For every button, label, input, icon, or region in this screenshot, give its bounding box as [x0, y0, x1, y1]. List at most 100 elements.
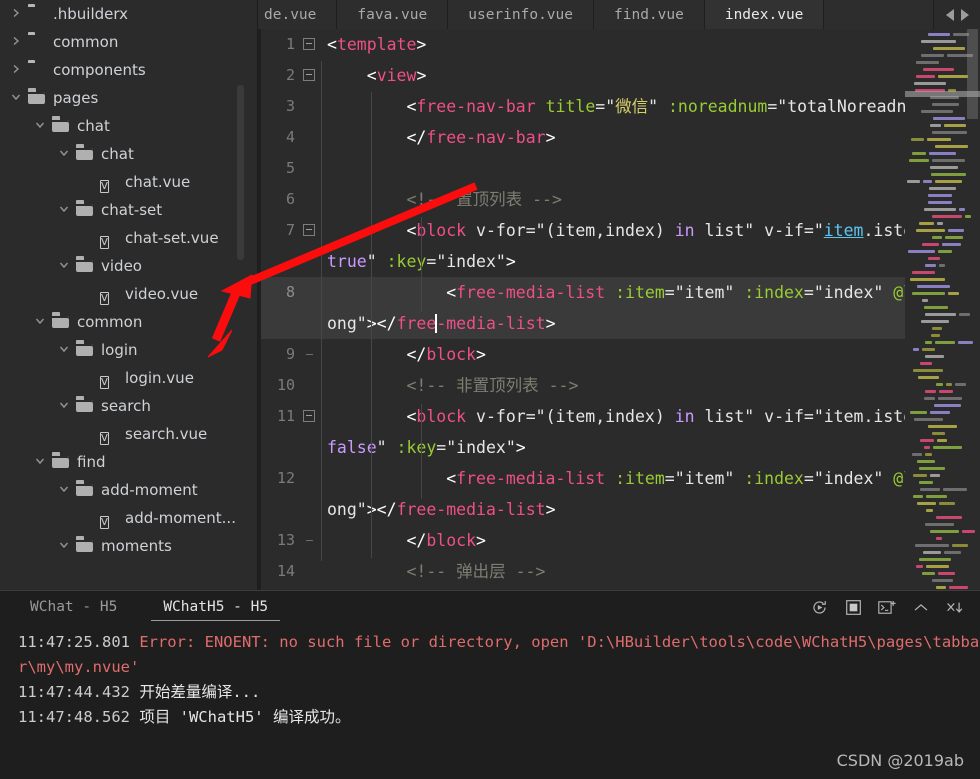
minimap-line — [933, 446, 962, 449]
sidebar-scrollbar[interactable] — [237, 85, 244, 260]
tree-item-add-moment[interactable]: add-moment — [0, 476, 258, 504]
fold-marker[interactable] — [299, 215, 319, 246]
tree-item-chat[interactable]: chat — [0, 140, 258, 168]
line-text[interactable]: <free-media-list :item="item" :index="in… — [319, 277, 980, 339]
new-terminal-icon[interactable] — [878, 599, 896, 617]
tree-item-components[interactable]: components — [0, 56, 258, 84]
line-text[interactable]: <template> — [319, 29, 980, 60]
code-line[interactable]: 1 <template> — [261, 29, 980, 60]
tree-item-login[interactable]: login — [0, 336, 258, 364]
code-line[interactable]: 9 </block> — [261, 339, 980, 370]
collapse-icon[interactable] — [912, 599, 930, 617]
line-text[interactable]: <block v-for="(item,index) in list" v-if… — [319, 215, 980, 277]
fold-marker[interactable] — [299, 401, 319, 432]
line-text[interactable]: <block v-for="(item,index) in list" v-if… — [319, 401, 980, 463]
tree-item-common[interactable]: common — [0, 308, 258, 336]
fold-marker[interactable] — [299, 339, 319, 370]
fold-marker[interactable] — [299, 29, 319, 60]
chevron-right-icon[interactable] — [10, 35, 24, 49]
stop-icon[interactable] — [844, 599, 862, 617]
tree-item-search[interactable]: search — [0, 392, 258, 420]
next-tab-arrow-icon[interactable] — [960, 8, 969, 21]
project-file-tree[interactable]: .hbuilderx common components pages chat chat V… — [0, 0, 258, 590]
tab-index-vue[interactable]: index.vue — [704, 0, 825, 29]
tree-item-search-vue[interactable]: Vsearch.vue — [0, 420, 258, 448]
restart-icon[interactable] — [810, 599, 828, 617]
code-line[interactable]: 5 — [261, 153, 980, 184]
tab-nav-arrows[interactable] — [933, 0, 980, 29]
code-line[interactable]: 6 <!-- 置顶列表 --> — [261, 184, 980, 215]
tree-item-common[interactable]: common — [0, 28, 258, 56]
chevron-down-icon[interactable] — [58, 343, 72, 357]
line-text[interactable]: </free-nav-bar> — [319, 122, 980, 153]
tab-find-vue[interactable]: find.vue — [594, 0, 705, 29]
tree-item-chat-set-vue[interactable]: Vchat-set.vue — [0, 224, 258, 252]
prev-tab-arrow-icon[interactable] — [945, 8, 954, 21]
code-line[interactable]: 13 </block> — [261, 525, 980, 556]
tree-item-chat[interactable]: chat — [0, 112, 258, 140]
minimap-line — [928, 33, 950, 36]
tree-item-find[interactable]: find — [0, 448, 258, 476]
line-text[interactable]: <free-media-list :item="item" :index="in… — [319, 463, 980, 525]
chevron-right-icon[interactable] — [10, 7, 24, 21]
code-editor[interactable]: 1 <template> 2 <view> 3 <free-nav-bar ti… — [258, 29, 980, 590]
code-line[interactable]: 4 </free-nav-bar> — [261, 122, 980, 153]
code-area[interactable]: 1 <template> 2 <view> 3 <free-nav-bar ti… — [261, 29, 980, 590]
chevron-down-icon[interactable] — [58, 147, 72, 161]
tree-item--hbuilderx[interactable]: .hbuilderx — [0, 0, 258, 28]
console-tab-wchat-h5[interactable]: WChat - H5 — [18, 595, 129, 621]
tree-item-video[interactable]: video — [0, 252, 258, 280]
code-line[interactable]: 7 <block v-for="(item,index) in list" v-… — [261, 215, 980, 277]
line-text[interactable]: <!-- 置顶列表 --> — [319, 184, 980, 215]
console-panel[interactable]: WChat - H5 WChatH5 - H5 11:47:25.801 Err… — [0, 590, 980, 779]
code-line[interactable]: 12 <free-media-list :item="item" :index=… — [261, 463, 980, 525]
editor-tab-bar[interactable]: de.vue fava.vue userinfo.vue find.vue index.… — [258, 0, 980, 30]
code-line[interactable]: 14 <!-- 弹出层 --> — [261, 556, 980, 587]
chevron-down-icon[interactable] — [58, 399, 72, 413]
line-number: 11 — [276, 407, 295, 425]
minimap-line — [938, 75, 968, 78]
console-toolbar[interactable] — [810, 591, 964, 624]
tree-item-chat-set[interactable]: chat-set — [0, 196, 258, 224]
code-line[interactable]: 11 <block v-for="(item,index) in list" v… — [261, 401, 980, 463]
code-line[interactable]: 2 <view> — [261, 60, 980, 91]
fold-marker[interactable] — [299, 525, 319, 556]
tab-userinfo-vue[interactable]: userinfo.vue — [448, 0, 594, 29]
line-text[interactable]: <!-- 弹出层 --> — [319, 556, 980, 587]
chevron-down-icon[interactable] — [10, 91, 24, 105]
console-output[interactable]: 11:47:25.801 Error: ENOENT: no such file… — [0, 624, 980, 730]
tree-item-chat-vue[interactable]: Vchat.vue — [0, 168, 258, 196]
line-text[interactable]: <view> — [319, 60, 980, 91]
chevron-right-icon[interactable] — [10, 63, 24, 77]
line-text[interactable]: </block> — [319, 339, 980, 370]
chevron-down-icon[interactable] — [58, 259, 72, 273]
tab-de-vue[interactable]: de.vue — [258, 0, 338, 29]
line-text[interactable]: </block> — [319, 525, 980, 556]
line-text[interactable] — [319, 153, 980, 184]
tree-item-pages[interactable]: pages — [0, 84, 258, 112]
chevron-down-icon[interactable] — [34, 315, 48, 329]
tree-item-login-vue[interactable]: Vlogin.vue — [0, 364, 258, 392]
chevron-down-icon[interactable] — [58, 483, 72, 497]
minimap-viewport[interactable] — [967, 29, 978, 119]
tree-item-video-vue[interactable]: Vvideo.vue — [0, 280, 258, 308]
tab-fava-vue[interactable]: fava.vue — [337, 0, 449, 29]
line-text[interactable]: <!-- 非置顶列表 --> — [319, 370, 980, 401]
console-tab-bar[interactable]: WChat - H5 WChatH5 - H5 — [0, 591, 980, 624]
console-tab-wchath5-h5[interactable]: WChatH5 - H5 — [151, 595, 281, 621]
code-minimap[interactable] — [905, 29, 980, 590]
minimap-line — [965, 215, 971, 218]
chevron-down-icon[interactable] — [58, 203, 72, 217]
line-text[interactable]: <free-nav-bar title="微信" :noreadnum="tot… — [319, 91, 980, 122]
code-line[interactable]: 3 <free-nav-bar title="微信" :noreadnum="t… — [261, 91, 980, 122]
minimap-line — [932, 215, 962, 218]
chevron-down-icon[interactable] — [34, 455, 48, 469]
clear-all-icon[interactable] — [946, 599, 964, 617]
code-line-active[interactable]: 8 <free-media-list :item="item" :index="… — [261, 277, 980, 339]
tree-item-add-moment-[interactable]: Vadd-moment... — [0, 504, 258, 532]
tree-item-moments[interactable]: moments — [0, 532, 258, 560]
code-line[interactable]: 10 <!-- 非置顶列表 --> — [261, 370, 980, 401]
chevron-down-icon[interactable] — [58, 539, 72, 553]
fold-marker[interactable] — [299, 60, 319, 91]
chevron-down-icon[interactable] — [34, 119, 48, 133]
